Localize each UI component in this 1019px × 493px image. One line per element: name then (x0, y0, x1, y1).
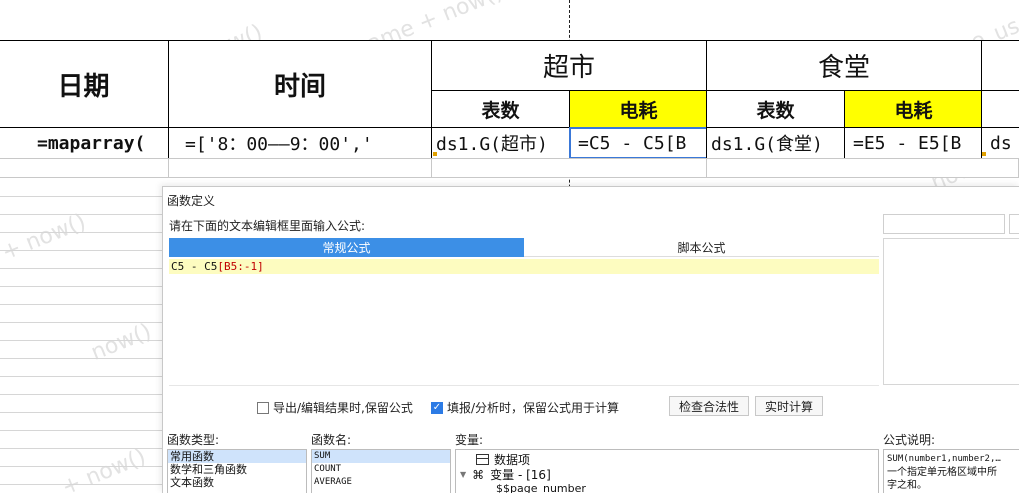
tree-item-page-number[interactable]: $$page_number (496, 482, 586, 493)
formula-description: SUM(number1,number2,… 一个指定单元格区域中所 字之和。 (883, 449, 1019, 493)
cell-expand-marker (433, 152, 437, 156)
formula-prompt: 请在下面的文本编辑框里面输入公式: (169, 219, 366, 233)
header-canteen-meter[interactable]: 表数 (706, 90, 845, 128)
list-item[interactable]: 文本函数 (168, 476, 306, 489)
header-market[interactable]: 超市 (431, 40, 707, 91)
realtime-calc-button[interactable]: 实时计算 (755, 396, 823, 416)
func-type-list[interactable]: 常用函数 数学和三角函数 文本函数 (167, 449, 307, 493)
option-label: 导出/编辑结果时,保留公式 (273, 401, 413, 415)
grid-line (0, 412, 165, 413)
cell-market-meter[interactable]: ds1.G(超市) (431, 127, 570, 159)
grid-line (0, 430, 165, 431)
header-market-meter[interactable]: 表数 (431, 90, 570, 128)
tree-label: $$page_number (496, 482, 586, 493)
chevron-down-icon[interactable]: ▼ (460, 470, 466, 479)
list-item[interactable]: SUM (312, 450, 450, 463)
empty-cell[interactable] (431, 158, 707, 178)
grid-line (0, 250, 165, 251)
variable-icon: ⌘ (472, 467, 485, 482)
description-label: 公式说明: (883, 433, 936, 447)
grid-line (0, 304, 165, 305)
cell-extra-formula[interactable]: ds (981, 127, 1019, 159)
grid-line (0, 394, 165, 395)
function-definition-dialog: 函数定义 请在下面的文本编辑框里面输入公式: 常规公式 脚本公式 C5 - C5… (162, 186, 1019, 493)
formula-editor[interactable]: C5 - C5[B5:-1] (169, 257, 879, 386)
cell-time-formula[interactable]: =['8：00——9：00',' (168, 127, 432, 159)
formula-line[interactable]: C5 - C5[B5:-1] (169, 259, 879, 274)
description-text: 一个指定单元格区域中所 (887, 467, 997, 478)
cell-canteen-meter[interactable]: ds1.G(食堂) (706, 127, 845, 159)
option-keep-on-export[interactable]: 导出/编辑结果时,保留公式 (257, 399, 413, 416)
cell-date-formula[interactable]: =maparray( (0, 127, 169, 159)
cell-market-power[interactable]: =C5 - C5[B (569, 127, 708, 159)
formula-reference: [B5:-1] (217, 260, 264, 273)
checkbox-unchecked[interactable] (257, 401, 269, 414)
header-canteen[interactable]: 食堂 (706, 40, 982, 91)
option-keep-on-fill[interactable]: ✓ 填报/分析时，保留公式用于计算 (431, 399, 619, 416)
check-validity-button[interactable]: 检查合法性 (669, 396, 749, 416)
func-name-list[interactable]: SUM COUNT AVERAGE (311, 449, 451, 493)
grid-line (0, 232, 165, 233)
cell-expand-marker (982, 152, 986, 156)
header-market-power[interactable]: 电耗 (569, 90, 708, 128)
func-name-label: 函数名: (311, 433, 352, 447)
tree-label: 变量 - [16] (490, 468, 551, 482)
list-item[interactable]: COUNT (312, 463, 450, 476)
grid-line (0, 286, 165, 287)
grid-line (0, 214, 165, 215)
formula-text: C5 - C5 (171, 260, 218, 273)
list-item[interactable]: 数学和三角函数 (168, 463, 306, 476)
list-item[interactable]: AVERAGE (312, 476, 450, 489)
dialog-title: 函数定义 (167, 194, 216, 208)
tab-regular-formula[interactable]: 常规公式 (169, 238, 524, 257)
formula-tabs: 常规公式 脚本公式 (169, 238, 879, 257)
empty-cell[interactable] (0, 158, 169, 178)
grid-line (0, 358, 165, 359)
grid-line (0, 484, 165, 485)
header-date[interactable]: 日期 (0, 40, 169, 128)
grid-line (0, 322, 165, 323)
variable-label: 变量: (455, 433, 484, 447)
cell-canteen-power[interactable]: =E5 - E5[B (844, 127, 983, 159)
grid-line (0, 466, 165, 467)
table-icon (476, 454, 489, 465)
header-canteen-power[interactable]: 电耗 (844, 90, 983, 128)
tree-item-variable[interactable]: ▼ ⌘ 变量 - [16] (460, 466, 551, 483)
checkbox-checked[interactable]: ✓ (431, 401, 443, 414)
grid-line (0, 268, 165, 269)
search-input[interactable] (883, 214, 1005, 234)
tab-script-formula[interactable]: 脚本公式 (524, 238, 879, 257)
function-preview-panel (883, 238, 1019, 385)
header-time[interactable]: 时间 (168, 40, 432, 128)
variable-tree[interactable]: 数据项 ▼ ⌘ 变量 - [16] $$page_number (455, 449, 879, 493)
description-text: 字之和。 (887, 480, 927, 491)
func-type-label: 函数类型: (167, 433, 220, 447)
grid-line (0, 196, 165, 197)
list-item[interactable]: 常用函数 (168, 450, 306, 463)
header-extra-sub[interactable] (981, 90, 1019, 128)
grid-line (0, 340, 165, 341)
grid-line (0, 376, 165, 377)
description-signature: SUM(number1,number2,… (887, 454, 1001, 464)
grid-line (0, 448, 165, 449)
search-button[interactable] (1009, 214, 1019, 234)
header-extra[interactable] (981, 40, 1019, 91)
watermark-text: + now() (0, 209, 90, 266)
option-label: 填报/分析时，保留公式用于计算 (447, 401, 620, 415)
empty-cell[interactable] (168, 158, 432, 178)
empty-cell[interactable] (706, 158, 1019, 178)
